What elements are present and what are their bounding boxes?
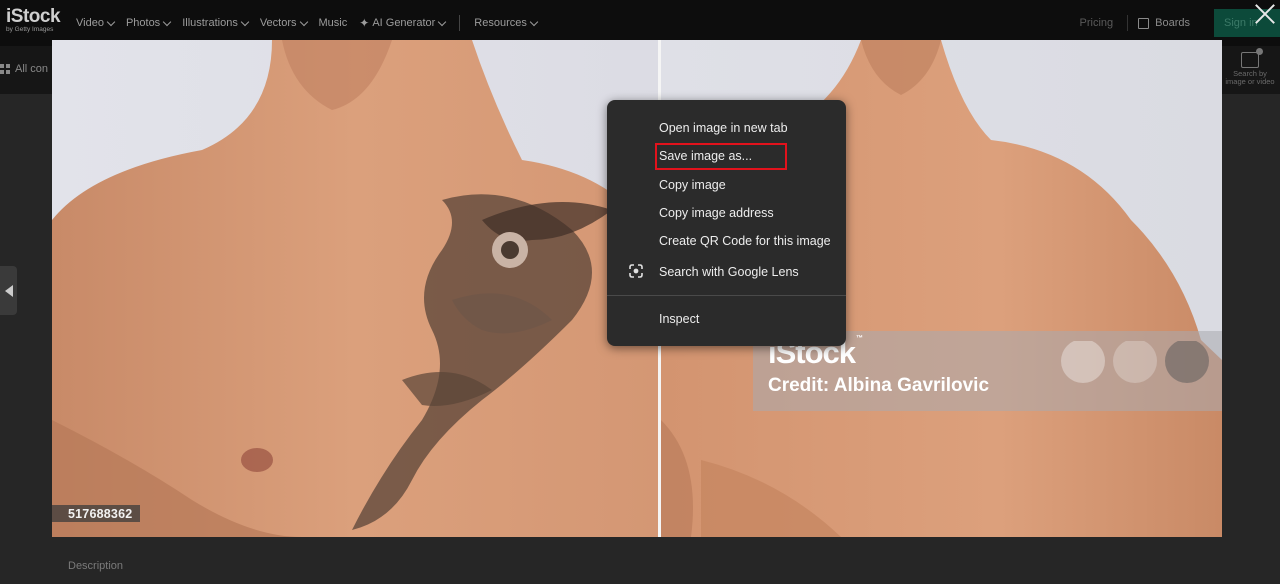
nav-divider <box>1127 15 1129 31</box>
chevron-down-icon <box>240 17 250 26</box>
menu-copy-image[interactable]: Copy image <box>659 178 726 192</box>
pricing-link[interactable]: Pricing <box>1080 17 1114 29</box>
all-content-label: All con <box>15 63 49 75</box>
watermark-credit: Credit: Albina Gavrilovic <box>768 375 990 396</box>
menu-separator <box>607 295 846 296</box>
all-content-filter[interactable]: All con <box>0 63 48 75</box>
menu-copy-image-address[interactable]: Copy image address <box>659 206 774 220</box>
nav-resources-label: Resources <box>474 17 527 29</box>
menu-create-qr-code[interactable]: Create QR Code for this image <box>659 234 831 248</box>
tattooed-torso-illustration <box>52 40 658 537</box>
google-lens-icon <box>629 264 643 278</box>
image-search-icon <box>1241 48 1263 68</box>
previous-image-button[interactable] <box>0 266 17 315</box>
search-by-image-label: Search by image or video <box>1225 69 1275 86</box>
menu-search-google-lens[interactable]: Search with Google Lens <box>659 265 799 279</box>
nav-video[interactable]: Video <box>76 17 116 29</box>
nav-vectors-label: Vectors <box>259 17 297 29</box>
boards-icon <box>1138 17 1150 29</box>
grid-icon <box>0 64 10 74</box>
chevron-down-icon <box>438 17 447 26</box>
chevron-down-icon <box>162 17 172 26</box>
nav-music-label: Music <box>318 17 348 29</box>
image-id-badge: 517688362 <box>52 505 141 522</box>
nav-illustrations-label: Illustrations <box>182 17 238 29</box>
nav-ai-generator[interactable]: ✦ AI Generator <box>359 16 447 30</box>
save-image-highlight-box <box>655 143 787 170</box>
istock-logo[interactable]: iStock by Getty Images <box>6 6 61 34</box>
chevron-down-icon <box>529 17 539 26</box>
menu-open-image-new-tab[interactable]: Open image in new tab <box>659 121 788 135</box>
context-menu: Open image in new tab Save image as... C… <box>607 100 846 346</box>
nav-video-label: Video <box>76 17 104 29</box>
menu-inspect[interactable]: Inspect <box>659 312 699 326</box>
nav-illustrations[interactable]: Illustrations <box>182 17 250 29</box>
sparkle-icon: ✦ <box>359 16 370 30</box>
nav-vectors[interactable]: Vectors <box>259 17 308 29</box>
nav-ai-generator-label: AI Generator <box>372 17 436 29</box>
logo-subtext: by Getty Images <box>6 26 54 33</box>
nav-photos-label: Photos <box>125 17 161 29</box>
watermark-trademark: ™ <box>856 335 864 342</box>
image-panel-before: 517688362 <box>52 40 658 537</box>
search-by-image-button[interactable]: Search by image or video <box>1224 48 1276 86</box>
nav-divider <box>459 15 461 31</box>
nav-music[interactable]: Music <box>319 17 348 29</box>
watermark-pattern-icon <box>1061 341 1209 383</box>
chevron-down-icon <box>299 17 308 26</box>
boards-link[interactable]: Boards <box>1155 17 1190 29</box>
chevron-down-icon <box>106 17 116 26</box>
close-icon[interactable] <box>1254 3 1276 25</box>
logo-text: iStock <box>6 6 61 27</box>
nav-resources[interactable]: Resources <box>474 17 539 29</box>
nav-photos[interactable]: Photos <box>125 17 172 29</box>
arrow-left-icon <box>4 284 13 297</box>
description-heading: Description <box>68 560 124 572</box>
